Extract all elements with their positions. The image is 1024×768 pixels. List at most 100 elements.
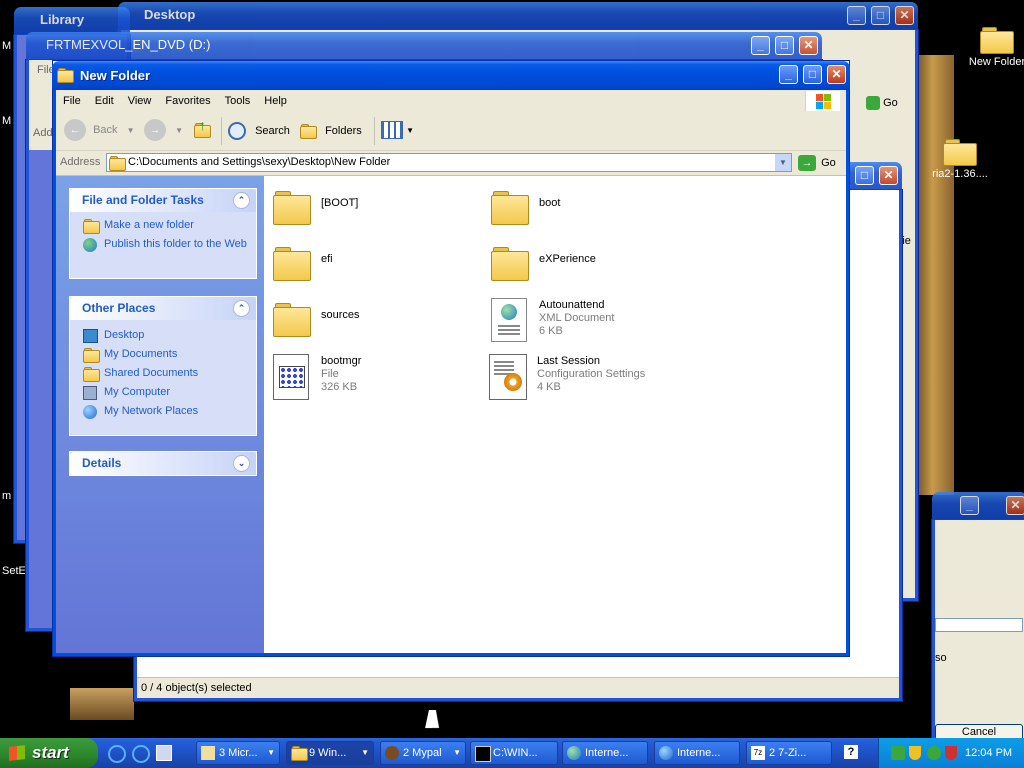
up-folder-button[interactable]: ↑: [194, 117, 216, 141]
go-button[interactable]: Go: [866, 96, 898, 110]
folder-icon: [980, 26, 1014, 54]
address-input[interactable]: C:\Documents and Settings\sexy\Desktop\N…: [106, 153, 792, 172]
taskbar-button-cmd[interactable]: C:\WIN...: [470, 741, 558, 765]
title-bar: Library: [14, 7, 130, 35]
back-button[interactable]: ← Back ▼: [64, 119, 135, 141]
close-button[interactable]: ✕: [799, 36, 818, 55]
file-item-boot-bracket[interactable]: [BOOT]: [273, 187, 483, 237]
taskbar-button-word[interactable]: 3 Micr... ▼: [196, 741, 280, 765]
clock[interactable]: 12:04 PM: [965, 738, 1012, 768]
file-item-efi[interactable]: efi: [273, 243, 483, 293]
maximize-button[interactable]: □: [855, 166, 874, 185]
taskbar-button-ie-2[interactable]: Interne...: [654, 741, 740, 765]
panel-header[interactable]: File and Folder Tasks ⌃: [70, 189, 256, 212]
folder-icon: [273, 190, 311, 226]
settings-file-icon: [489, 354, 527, 400]
file-item-autounattend[interactable]: Autounattend XML Document 6 KB: [491, 295, 701, 345]
details-panel: Details ⌄: [69, 451, 257, 476]
collapse-chevron-icon[interactable]: ⌃: [233, 300, 250, 317]
make-new-folder-link[interactable]: Make a new folder: [70, 216, 256, 235]
file-folder-tasks-panel: File and Folder Tasks ⌃ Make a new folde…: [69, 188, 257, 279]
menu-view[interactable]: View: [121, 90, 159, 112]
go-button[interactable]: → Go: [798, 154, 836, 172]
minimize-button[interactable]: _: [779, 65, 798, 84]
minimize-button[interactable]: _: [960, 496, 979, 515]
place-network-link[interactable]: My Network Places: [70, 402, 256, 421]
file-item-sources[interactable]: sources: [273, 299, 483, 349]
show-desktop-icon[interactable]: [156, 745, 172, 761]
maximize-button[interactable]: □: [775, 36, 794, 55]
title-bar: Desktop _ □ ✕: [118, 2, 918, 30]
minimize-button[interactable]: _: [847, 6, 866, 25]
menu-edit[interactable]: Edit: [88, 90, 121, 112]
desktop-fragment: SetE: [2, 565, 26, 577]
views-button[interactable]: ▼: [381, 121, 414, 139]
menu-favorites[interactable]: Favorites: [158, 90, 217, 112]
close-button[interactable]: ✕: [879, 166, 898, 185]
taskbar-button-7zip[interactable]: 7z 2 7-Zi...: [746, 741, 832, 765]
folder-icon: [273, 302, 311, 338]
file-item-bootmgr[interactable]: bootmgr File 326 KB: [273, 351, 483, 401]
maximize-button[interactable]: □: [871, 6, 890, 25]
publish-to-web-link[interactable]: Publish this folder to the Web: [70, 235, 256, 254]
wallpaper-photo-lower: [70, 688, 134, 720]
address-dropdown-button[interactable]: ▼: [775, 154, 791, 171]
window-frame: [846, 90, 849, 656]
close-button[interactable]: ✕: [1006, 496, 1024, 515]
taskbar-button-explorer[interactable]: 9 Win... ▼: [286, 741, 374, 765]
place-my-documents-link[interactable]: My Documents: [70, 345, 256, 364]
taskbar-button-ie-1[interactable]: Interne...: [562, 741, 648, 765]
globe-icon: [567, 746, 581, 760]
menu-file[interactable]: File: [56, 90, 88, 112]
panel-header[interactable]: Other Places ⌃: [70, 297, 256, 320]
security-icon[interactable]: [927, 746, 941, 760]
address-label: Address: [60, 156, 101, 168]
expand-chevron-icon[interactable]: ⌄: [233, 455, 250, 472]
place-desktop-link[interactable]: Desktop: [70, 326, 256, 345]
close-button[interactable]: ✕: [895, 6, 914, 25]
shared-documents-icon: [83, 367, 100, 382]
dropdown-arrow-icon: ▼: [126, 125, 135, 135]
help-icon[interactable]: ?: [844, 745, 858, 759]
search-button[interactable]: Search: [228, 121, 290, 141]
file-item-boot[interactable]: boot: [491, 187, 701, 237]
place-my-computer-link[interactable]: My Computer: [70, 383, 256, 402]
folder-icon: [57, 68, 74, 83]
toolbar-separator: [374, 117, 375, 145]
menu-help[interactable]: Help: [257, 90, 294, 112]
window-right-small[interactable]: _ ✕ so Cancel: [932, 492, 1024, 741]
antivirus-icon[interactable]: [945, 746, 957, 760]
desktop-fragment: M: [2, 40, 12, 52]
file-item-last-session[interactable]: Last Session Configuration Settings 4 KB: [489, 351, 699, 401]
panel-header[interactable]: Details ⌄: [70, 452, 256, 475]
taskbar-button-mypal[interactable]: 2 Mypal ▼: [380, 741, 466, 765]
go-arrow-icon: →: [798, 155, 816, 172]
title-bar: FRTMEXVOL_EN_DVD (D:) _ □ ✕: [26, 32, 822, 60]
text-field[interactable]: [935, 618, 1023, 632]
ie-icon[interactable]: [108, 745, 126, 763]
task-pane: File and Folder Tasks ⌃ Make a new folde…: [56, 176, 264, 653]
desktop-icon-aria2[interactable]: ria2-1.36....: [925, 138, 995, 180]
close-button[interactable]: ✕: [827, 65, 846, 84]
network-icon[interactable]: [891, 746, 905, 760]
maximize-button[interactable]: □: [803, 65, 822, 84]
title-bar[interactable]: New Folder _ □ ✕: [52, 61, 850, 90]
place-shared-documents-link[interactable]: Shared Documents: [70, 364, 256, 383]
fragment-text: so: [935, 652, 947, 664]
desktop-icon-new-folder[interactable]: New Folder: [962, 26, 1024, 68]
ie-icon[interactable]: [132, 745, 150, 763]
start-button[interactable]: start: [0, 738, 98, 768]
forward-arrow-icon: →: [144, 119, 166, 141]
shield-icon[interactable]: [909, 746, 921, 760]
folders-button[interactable]: Folders: [300, 121, 362, 141]
forward-button[interactable]: → ▼: [144, 119, 183, 141]
menu-tools[interactable]: Tools: [218, 90, 258, 112]
file-item-experience[interactable]: eXPerience: [491, 243, 701, 293]
collapse-chevron-icon[interactable]: ⌃: [233, 192, 250, 209]
status-bar: 0 / 4 object(s) selected: [137, 677, 899, 698]
windows-logo-icon: [805, 91, 840, 111]
window-new-folder[interactable]: New Folder _ □ ✕ File Edit View Favorites To…: [52, 60, 850, 657]
folder-icon: [291, 746, 308, 761]
minimize-button[interactable]: _: [751, 36, 770, 55]
command-prompt-icon: [475, 746, 491, 762]
